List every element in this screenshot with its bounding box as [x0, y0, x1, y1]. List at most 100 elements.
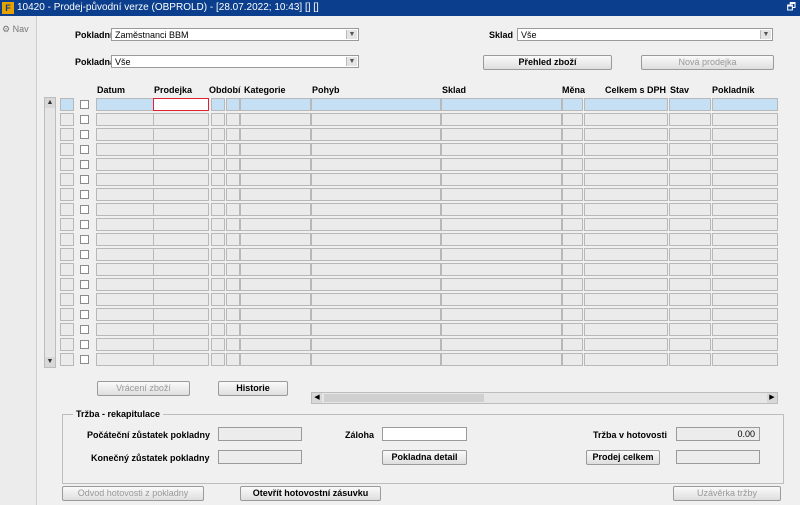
table-cell[interactable] [311, 173, 441, 186]
table-cell[interactable] [311, 203, 441, 216]
table-cell[interactable] [240, 308, 311, 321]
table-row[interactable] [60, 277, 780, 292]
table-cell[interactable] [311, 323, 441, 336]
table-cell[interactable] [584, 263, 668, 276]
table-cell[interactable] [669, 218, 711, 231]
table-cell[interactable] [226, 203, 240, 216]
table-cell[interactable] [712, 113, 778, 126]
table-cell[interactable] [211, 278, 225, 291]
scroll-right-icon[interactable]: ▶ [767, 393, 777, 403]
table-cell[interactable] [311, 158, 441, 171]
table-cell[interactable] [441, 323, 562, 336]
table-cell[interactable] [60, 113, 74, 126]
table-cell[interactable] [60, 158, 74, 171]
table-cell[interactable] [240, 173, 311, 186]
table-cell[interactable] [240, 143, 311, 156]
row-checkbox[interactable] [80, 325, 89, 334]
pokladna-detail-button[interactable]: Pokladna detail [382, 450, 467, 465]
table-cell[interactable] [153, 188, 209, 201]
table-cell[interactable] [240, 128, 311, 141]
table-cell[interactable] [584, 128, 668, 141]
table-row[interactable] [60, 142, 780, 157]
table-cell[interactable] [311, 218, 441, 231]
table-cell[interactable] [562, 323, 583, 336]
table-cell[interactable] [211, 218, 225, 231]
table-cell[interactable] [226, 278, 240, 291]
table-cell[interactable] [96, 158, 154, 171]
table-cell[interactable] [584, 173, 668, 186]
table-cell[interactable] [441, 278, 562, 291]
otevrit-zasuvku-button[interactable]: Otevřít hotovostní zásuvku [240, 486, 381, 501]
table-cell[interactable] [153, 98, 209, 111]
table-cell[interactable] [562, 98, 583, 111]
uzaverka-trzby-button[interactable]: Uzávěrka tržby [673, 486, 781, 501]
row-checkbox[interactable] [80, 160, 89, 169]
table-cell[interactable] [562, 338, 583, 351]
table-cell[interactable] [311, 128, 441, 141]
table-cell[interactable] [562, 203, 583, 216]
table-cell[interactable] [60, 143, 74, 156]
table-cell[interactable] [562, 188, 583, 201]
table-cell[interactable] [562, 233, 583, 246]
table-cell[interactable] [211, 233, 225, 246]
table-cell[interactable] [240, 188, 311, 201]
grid-vertical-scrollbar[interactable]: ▲ ▼ [44, 97, 56, 368]
table-cell[interactable] [311, 143, 441, 156]
table-cell[interactable] [669, 323, 711, 336]
table-cell[interactable] [584, 113, 668, 126]
table-cell[interactable] [96, 353, 154, 366]
row-checkbox[interactable] [80, 115, 89, 124]
table-cell[interactable] [96, 128, 154, 141]
table-cell[interactable] [669, 188, 711, 201]
table-row[interactable] [60, 217, 780, 232]
table-cell[interactable] [226, 143, 240, 156]
table-cell[interactable] [211, 113, 225, 126]
table-cell[interactable] [211, 128, 225, 141]
table-cell[interactable] [441, 308, 562, 321]
table-cell[interactable] [60, 98, 74, 111]
table-cell[interactable] [584, 308, 668, 321]
table-row[interactable] [60, 202, 780, 217]
table-cell[interactable] [211, 188, 225, 201]
row-checkbox[interactable] [80, 280, 89, 289]
table-cell[interactable] [240, 203, 311, 216]
table-cell[interactable] [211, 353, 225, 366]
table-cell[interactable] [153, 233, 209, 246]
table-cell[interactable] [712, 308, 778, 321]
table-cell[interactable] [226, 308, 240, 321]
table-cell[interactable] [712, 173, 778, 186]
zaloha-input[interactable] [382, 427, 467, 441]
table-cell[interactable] [240, 263, 311, 276]
table-row[interactable] [60, 247, 780, 262]
table-cell[interactable] [441, 173, 562, 186]
table-cell[interactable] [226, 293, 240, 306]
table-cell[interactable] [240, 293, 311, 306]
table-cell[interactable] [669, 143, 711, 156]
table-cell[interactable] [240, 233, 311, 246]
table-cell[interactable] [441, 203, 562, 216]
table-cell[interactable] [562, 218, 583, 231]
table-row[interactable] [60, 262, 780, 277]
table-cell[interactable] [211, 203, 225, 216]
table-cell[interactable] [96, 98, 154, 111]
table-cell[interactable] [226, 263, 240, 276]
table-cell[interactable] [211, 263, 225, 276]
table-cell[interactable] [211, 158, 225, 171]
table-cell[interactable] [153, 218, 209, 231]
prehled-zbozi-button[interactable]: Přehled zboží [483, 55, 612, 70]
table-cell[interactable] [60, 353, 74, 366]
table-cell[interactable] [669, 128, 711, 141]
table-cell[interactable] [562, 308, 583, 321]
table-cell[interactable] [60, 218, 74, 231]
table-cell[interactable] [712, 158, 778, 171]
table-cell[interactable] [441, 353, 562, 366]
table-cell[interactable] [311, 98, 441, 111]
table-cell[interactable] [153, 278, 209, 291]
table-cell[interactable] [712, 338, 778, 351]
table-cell[interactable] [311, 338, 441, 351]
table-cell[interactable] [562, 113, 583, 126]
scroll-down-icon[interactable]: ▼ [45, 357, 55, 367]
table-cell[interactable] [712, 218, 778, 231]
table-cell[interactable] [96, 218, 154, 231]
table-cell[interactable] [562, 278, 583, 291]
